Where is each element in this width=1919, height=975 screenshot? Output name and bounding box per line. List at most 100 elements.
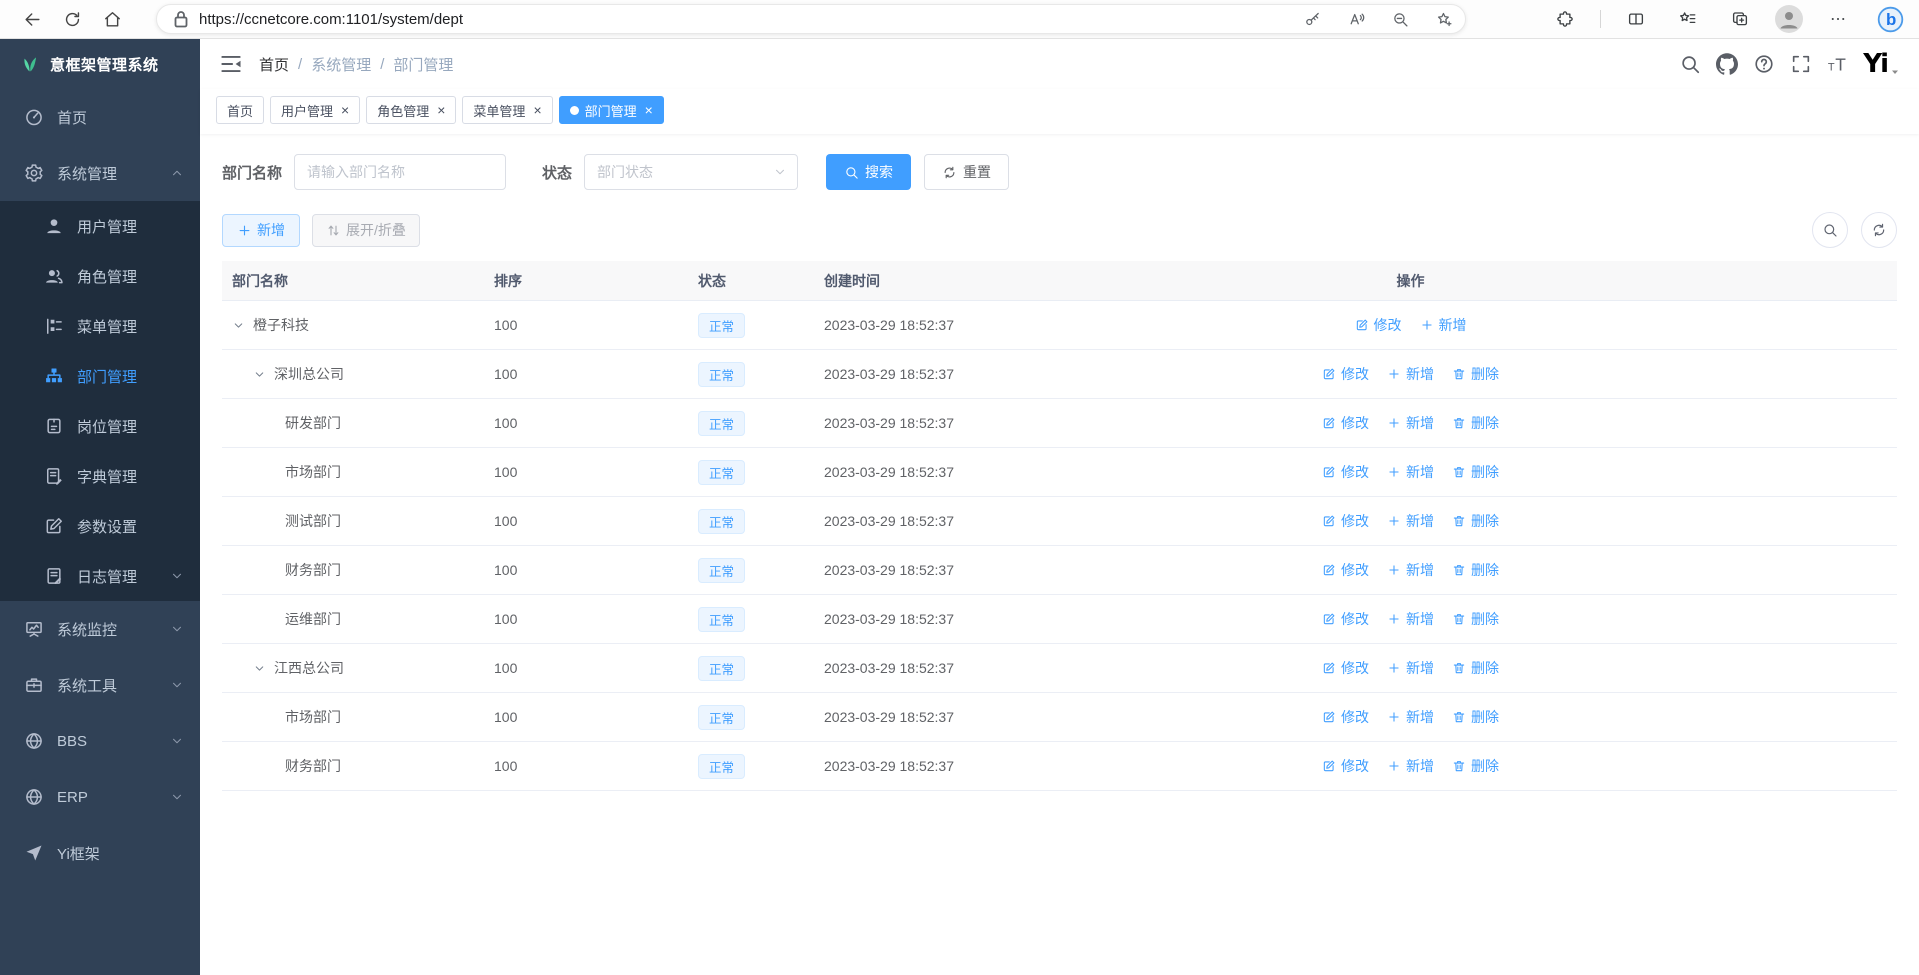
- expand-arrow-icon[interactable]: [253, 662, 266, 675]
- op-add-link[interactable]: 新增: [1387, 756, 1434, 776]
- op-delete-link[interactable]: 删除: [1452, 658, 1499, 678]
- sidebar-item-system-monitor[interactable]: 系统监控: [0, 601, 200, 657]
- address-bar[interactable]: https://ccnetcore.com:1101/system/dept: [156, 4, 1466, 34]
- sidebar-item-menu-management[interactable]: 菜单管理: [0, 301, 200, 351]
- op-edit-link[interactable]: 修改: [1322, 707, 1369, 727]
- op-delete-link[interactable]: 删除: [1452, 707, 1499, 727]
- op-add-link[interactable]: 新增: [1387, 658, 1434, 678]
- op-add-link[interactable]: 新增: [1387, 707, 1434, 727]
- op-edit-link[interactable]: 修改: [1322, 413, 1369, 433]
- reset-button[interactable]: 重置: [924, 154, 1009, 190]
- sidebar-item-system-management[interactable]: 系统管理: [0, 145, 200, 201]
- op-edit-link[interactable]: 修改: [1355, 315, 1402, 335]
- op-edit-link[interactable]: 修改: [1322, 462, 1369, 482]
- op-label: 新增: [1406, 609, 1434, 629]
- app-logo[interactable]: 意框架管理系统: [0, 39, 200, 89]
- profile-avatar-icon[interactable]: [1775, 5, 1803, 33]
- tab-close-icon[interactable]: ×: [437, 103, 445, 117]
- expand-collapse-button[interactable]: 展开/折叠: [312, 214, 420, 247]
- font-size-icon[interactable]: TT: [1827, 53, 1849, 75]
- user-logo-avatar[interactable]: Yi: [1863, 51, 1887, 77]
- sidebar-item-dict-management[interactable]: 字典管理: [0, 451, 200, 501]
- sidebar-item-user-management[interactable]: 用户管理: [0, 201, 200, 251]
- favorite-add-icon[interactable]: [1429, 5, 1459, 33]
- tab-close-icon[interactable]: ×: [341, 103, 349, 117]
- op-edit-link[interactable]: 修改: [1322, 609, 1369, 629]
- op-add-link[interactable]: 新增: [1387, 560, 1434, 580]
- sidebar-item-post-management[interactable]: 岗位管理: [0, 401, 200, 451]
- tab-dept-management[interactable]: 部门管理×: [559, 96, 664, 124]
- search-circle-icon[interactable]: [1812, 212, 1848, 248]
- tab-close-icon[interactable]: ×: [645, 103, 653, 117]
- op-edit-link[interactable]: 修改: [1322, 756, 1369, 776]
- operations-cell: 修改新增删除: [1054, 560, 1897, 580]
- op-add-link[interactable]: 新增: [1387, 413, 1434, 433]
- tab-close-icon[interactable]: ×: [533, 103, 541, 117]
- op-delete-link[interactable]: 删除: [1452, 413, 1499, 433]
- op-delete-link[interactable]: 删除: [1452, 364, 1499, 384]
- expand-arrow-icon[interactable]: [253, 368, 266, 381]
- tab-user-management[interactable]: 用户管理×: [270, 96, 360, 124]
- op-add-link[interactable]: 新增: [1387, 511, 1434, 531]
- tab-home[interactable]: 首页: [216, 96, 264, 124]
- status-select[interactable]: 部门状态: [584, 154, 798, 190]
- read-aloud-icon[interactable]: [1341, 5, 1371, 33]
- sidebar-item-log-management[interactable]: 日志管理: [0, 551, 200, 601]
- favorites-icon[interactable]: [1671, 3, 1705, 35]
- menu-fold-icon[interactable]: [218, 51, 244, 77]
- sidebar-item-home[interactable]: 首页: [0, 89, 200, 145]
- caret-down-icon[interactable]: [1889, 66, 1901, 78]
- op-delete-link[interactable]: 删除: [1452, 511, 1499, 531]
- sidebar-item-label: 首页: [57, 107, 87, 128]
- tab-menu-management[interactable]: 菜单管理×: [462, 96, 552, 124]
- reload-icon[interactable]: [52, 3, 92, 35]
- op-add-link[interactable]: 新增: [1387, 364, 1434, 384]
- fullscreen-icon[interactable]: [1790, 53, 1812, 75]
- add-button[interactable]: 新增: [222, 214, 300, 247]
- op-edit-link[interactable]: 修改: [1322, 364, 1369, 384]
- sidebar-item-param-settings[interactable]: 参数设置: [0, 501, 200, 551]
- home-icon[interactable]: [92, 3, 132, 35]
- op-delete-link[interactable]: 删除: [1452, 609, 1499, 629]
- sidebar-item-bbs[interactable]: BBS: [0, 713, 200, 769]
- plus-icon: [1387, 661, 1401, 675]
- expand-arrow-icon[interactable]: [232, 319, 245, 332]
- app-frame: 意框架管理系统 首页系统管理用户管理角色管理菜单管理部门管理岗位管理字典管理参数…: [0, 39, 1919, 975]
- sidebar-item-system-tools[interactable]: 系统工具: [0, 657, 200, 713]
- back-icon[interactable]: [12, 3, 52, 35]
- zoom-out-icon[interactable]: [1385, 5, 1415, 33]
- search-icon[interactable]: [1679, 53, 1701, 75]
- sidebar-item-erp[interactable]: ERP: [0, 769, 200, 825]
- more-icon[interactable]: [1821, 3, 1855, 35]
- tab-role-management[interactable]: 角色管理×: [366, 96, 456, 124]
- breadcrumb-home[interactable]: 首页: [259, 54, 289, 75]
- dept-name-input[interactable]: [294, 154, 506, 190]
- collections-icon[interactable]: [1723, 3, 1757, 35]
- help-icon[interactable]: [1753, 53, 1775, 75]
- url-text[interactable]: https://ccnetcore.com:1101/system/dept: [199, 11, 463, 28]
- github-icon[interactable]: [1716, 53, 1738, 75]
- status-label: 状态: [542, 162, 572, 183]
- op-edit-link[interactable]: 修改: [1322, 658, 1369, 678]
- search-button[interactable]: 搜索: [826, 154, 911, 190]
- op-add-link[interactable]: 新增: [1387, 609, 1434, 629]
- key-icon[interactable]: [1297, 5, 1327, 33]
- op-add-link[interactable]: 新增: [1387, 462, 1434, 482]
- sidebar-item-yi-framework[interactable]: Yi框架: [0, 825, 200, 881]
- op-add-link[interactable]: 新增: [1420, 315, 1467, 335]
- extensions-icon[interactable]: [1548, 3, 1582, 35]
- dept-name-cell: 橙子科技: [222, 315, 484, 335]
- op-delete-link[interactable]: 删除: [1452, 756, 1499, 776]
- op-delete-link[interactable]: 删除: [1452, 560, 1499, 580]
- refresh-circle-icon[interactable]: [1861, 212, 1897, 248]
- split-screen-icon[interactable]: [1619, 3, 1653, 35]
- op-edit-link[interactable]: 修改: [1322, 560, 1369, 580]
- op-label: 删除: [1471, 413, 1499, 433]
- sidebar-item-label: ERP: [57, 789, 88, 806]
- svg-text:b: b: [1886, 10, 1896, 29]
- sidebar-item-role-management[interactable]: 角色管理: [0, 251, 200, 301]
- op-edit-link[interactable]: 修改: [1322, 511, 1369, 531]
- bing-chat-icon[interactable]: b: [1873, 3, 1907, 35]
- sidebar-item-dept-management[interactable]: 部门管理: [0, 351, 200, 401]
- op-delete-link[interactable]: 删除: [1452, 462, 1499, 482]
